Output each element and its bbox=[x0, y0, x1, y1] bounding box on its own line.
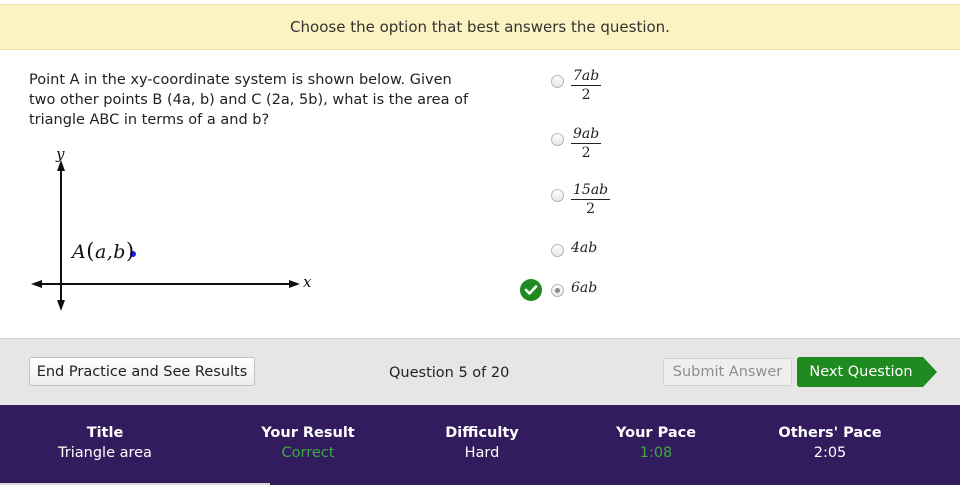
choice-5-radio[interactable] bbox=[551, 284, 564, 297]
choice-4-radio[interactable] bbox=[551, 244, 564, 257]
point-a-coords: a,b bbox=[94, 241, 126, 263]
stat-pace-value: 1:08 bbox=[639, 445, 673, 461]
choice-3-radio[interactable] bbox=[551, 189, 564, 202]
stat-others-pace-heading: Others' Pace bbox=[778, 425, 882, 441]
choice-2-fraction: 9ab 2 bbox=[571, 126, 602, 161]
x-axis-label: x bbox=[303, 273, 312, 291]
point-a-name: A bbox=[72, 241, 87, 263]
choice-5-text: 6ab bbox=[571, 280, 598, 296]
choice-2[interactable]: 9ab 2 bbox=[520, 124, 720, 164]
coordinate-figure: y x A(a,b) bbox=[28, 145, 318, 315]
stat-title-heading: Title bbox=[86, 425, 124, 441]
stat-pace-heading: Your Pace bbox=[615, 425, 697, 441]
next-question-label: Next Question bbox=[809, 364, 913, 380]
stat-others-pace: Others' Pace 2:05 bbox=[750, 425, 910, 461]
coordinate-axes bbox=[31, 160, 300, 311]
choice-5[interactable]: 6ab bbox=[520, 278, 720, 318]
stat-difficulty-heading: Difficulty bbox=[445, 425, 519, 441]
choice-3[interactable]: 15ab 2 bbox=[520, 180, 720, 220]
stat-result-value: Correct bbox=[281, 445, 335, 461]
answer-choices: 7ab 2 9ab 2 15ab 2 4ab 6ab bbox=[520, 66, 720, 316]
stat-result: Your Result Correct bbox=[228, 425, 388, 461]
instruction-banner: Choose the option that best answers the … bbox=[0, 4, 960, 50]
point-a-label: A(a,b) bbox=[72, 239, 135, 263]
next-question-button[interactable]: Next Question bbox=[797, 357, 937, 387]
submit-answer-button[interactable]: Submit Answer bbox=[663, 358, 792, 386]
stat-difficulty-value: Hard bbox=[464, 445, 500, 461]
question-text: Point A in the xy-coordinate system is s… bbox=[29, 72, 469, 128]
choice-2-radio[interactable] bbox=[551, 133, 564, 146]
choice-1-fraction: 7ab 2 bbox=[571, 68, 602, 103]
choice-4[interactable]: 4ab bbox=[520, 238, 720, 278]
choice-3-fraction: 15ab 2 bbox=[571, 182, 611, 217]
stat-title-value: Triangle area bbox=[58, 445, 152, 461]
question-counter: Question 5 of 20 bbox=[389, 365, 510, 381]
control-bar: End Practice and See Results Question 5 … bbox=[0, 338, 960, 405]
choice-1-radio[interactable] bbox=[551, 75, 564, 88]
correct-check-icon bbox=[520, 279, 542, 301]
choice-3-denominator: 2 bbox=[586, 201, 596, 217]
instruction-text: Choose the option that best answers the … bbox=[290, 18, 670, 36]
stat-title: Title Triangle area bbox=[25, 425, 185, 461]
choice-2-denominator: 2 bbox=[581, 145, 591, 161]
stat-pace: Your Pace 1:08 bbox=[576, 425, 736, 461]
stat-result-heading: Your Result bbox=[261, 425, 355, 441]
y-axis-label: y bbox=[56, 145, 65, 163]
choice-1-denominator: 2 bbox=[581, 87, 591, 103]
end-practice-button[interactable]: End Practice and See Results bbox=[29, 357, 255, 386]
choice-1-numerator: 7ab bbox=[571, 68, 602, 86]
choice-1[interactable]: 7ab 2 bbox=[520, 66, 720, 106]
stats-bar: Title Triangle area Your Result Correct … bbox=[0, 405, 960, 485]
choice-4-text: 4ab bbox=[571, 240, 598, 256]
stat-others-pace-value: 2:05 bbox=[813, 445, 847, 461]
choice-2-numerator: 9ab bbox=[571, 126, 602, 144]
stat-difficulty: Difficulty Hard bbox=[402, 425, 562, 461]
choice-3-numerator: 15ab bbox=[571, 182, 611, 200]
